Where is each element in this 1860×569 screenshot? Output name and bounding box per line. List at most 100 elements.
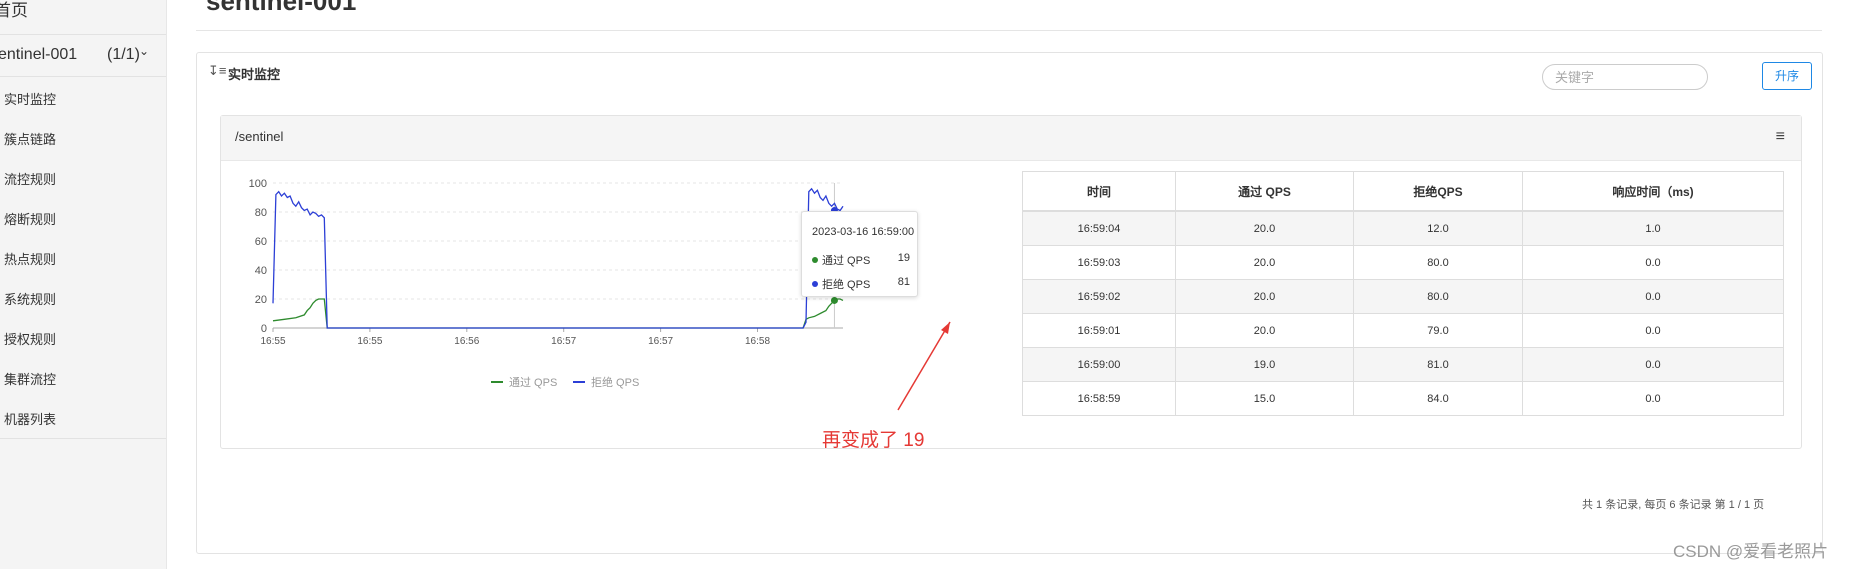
chart-tooltip: 2023-03-16 16:59:00 通过 QPS 19 拒绝 QPS 81 [801,211,918,297]
cell-pass: 20.0 [1175,313,1354,348]
menu-icon[interactable]: ≡ [1776,128,1785,146]
sidebar-item-label: 机器列表 [4,412,57,427]
title-divider [196,30,1822,31]
cell-time: 16:59:02 [1022,279,1176,314]
legend-label: 拒绝 QPS [591,375,639,389]
col-pass-qps: 通过 QPS [1175,171,1354,212]
x-tick-label: 16:56 [454,336,479,347]
cell-pass: 20.0 [1175,279,1354,314]
app-name: sentinel-001 [0,46,78,63]
col-block-qps: 拒绝QPS [1353,171,1523,212]
y-tick-label: 60 [255,236,267,248]
pass-dot-icon [812,257,818,263]
tooltip-value: 81 [897,276,910,288]
tooltip-value: 19 [897,252,910,264]
resource-card: /sentinel ≡ 0 20 40 60 80 100 16:55 16:55 16:56 1… [220,115,1802,449]
sort-icon: ↧≡ [208,63,227,78]
y-tick-label: 80 [255,207,267,219]
sidebar-item-machine-list[interactable]: 机器列表 [0,400,166,440]
sidebar-item-label: 熔断规则 [4,212,57,227]
realtime-monitor-panel: ↧≡ 实时监控 升序 /sentinel ≡ 0 20 40 60 80 100 16:55… [196,52,1823,554]
panel-title: 实时监控 [228,67,281,82]
qps-table: 时间 通过 QPS 拒绝QPS 响应时间（ms) 16:59:04 20.0 12.… [1022,171,1784,416]
sidebar-item-auth-rules[interactable]: 授权规则 [0,320,166,360]
sidebar-menu: 实时监控 簇点链路 流控规则 熔断规则 热点规则 系统规则 授权规则 集群流控 … [0,80,166,440]
x-tick-label: 16:58 [745,336,770,347]
cell-block: 80.0 [1353,279,1523,314]
cell-rt: 0.0 [1522,313,1784,348]
tooltip-row-pass: 通过 QPS 19 [812,252,910,267]
resource-name: /sentinel [235,129,284,144]
table-row: 16:58:59 15.0 84.0 0.0 [1022,381,1784,416]
y-tick-label: 40 [255,265,267,277]
pagination-info: 共 1 条记录, 每页 6 条记录 第 1 / 1 页 [1582,499,1765,511]
sidebar-item-system-rules[interactable]: 系统规则 [0,280,166,320]
sidebar-item-realtime-monitor[interactable]: 实时监控 [0,80,166,120]
table-header-row: 时间 通过 QPS 拒绝QPS 响应时间（ms) [1022,171,1784,212]
tooltip-title: 2023-03-16 16:59:00 [812,226,915,238]
x-tick-label: 16:55 [357,336,382,347]
sidebar-item-label: 集群流控 [4,372,57,387]
page-title: sentinel-001 [206,0,357,16]
sidebar-item-label: 系统规则 [4,292,57,307]
cell-time: 16:59:00 [1022,347,1176,382]
sidebar-item-degrade-rules[interactable]: 熔断规则 [0,200,166,240]
cell-rt: 0.0 [1522,347,1784,382]
sidebar-item-label: 流控规则 [4,172,57,187]
tooltip-label: 通过 QPS [822,255,871,267]
col-rt: 响应时间（ms) [1522,171,1784,212]
app-count: (1/1) [107,46,140,63]
tooltip-row-block: 拒绝 QPS 81 [812,276,910,291]
cell-block: 81.0 [1353,347,1523,382]
x-tick-label: 16:57 [551,336,576,347]
block-dot-icon [812,281,818,287]
table-row: 16:59:00 19.0 81.0 0.0 [1022,347,1784,382]
cell-rt: 0.0 [1522,245,1784,280]
table-row: 16:59:02 20.0 80.0 0.0 [1022,279,1784,314]
sidebar-item-label: 实时监控 [4,92,57,107]
y-tick-label: 20 [255,294,267,306]
cell-pass: 15.0 [1175,381,1354,416]
cell-block: 79.0 [1353,313,1523,348]
cell-block: 12.0 [1353,210,1523,246]
x-tick-label: 16:57 [648,336,673,347]
table-row: 16:59:03 20.0 80.0 0.0 [1022,245,1784,280]
cell-pass: 20.0 [1175,210,1354,246]
sidebar-item-hotspot-rules[interactable]: 热点规则 [0,240,166,280]
chevron-down-icon: ⌄ [139,44,150,58]
cell-rt: 1.0 [1522,210,1784,246]
series-line-pass-qps [272,298,844,329]
sidebar: 首页 sentinel-001 (1/1) ⌄ 实时监控 簇点链路 流控规则 熔… [0,0,167,569]
cell-time: 16:59:03 [1022,245,1176,280]
cell-pass: 20.0 [1175,245,1354,280]
table-row: 16:59:04 20.0 12.0 1.0 [1022,210,1784,246]
cell-block: 80.0 [1353,245,1523,280]
sidebar-item-label: 簇点链路 [4,132,57,147]
sidebar-item-cluster-flow[interactable]: 集群流控 [0,360,166,400]
sidebar-divider [0,438,166,439]
sidebar-home[interactable]: 首页 [0,0,166,35]
keyword-search-input[interactable] [1542,64,1708,90]
sidebar-item-label: 热点规则 [4,252,57,267]
tooltip-label: 拒绝 QPS [822,279,871,291]
cell-rt: 0.0 [1522,279,1784,314]
cell-pass: 19.0 [1175,347,1354,382]
cell-time: 16:59:01 [1022,313,1176,348]
col-time: 时间 [1022,171,1176,212]
cell-block: 84.0 [1353,381,1523,416]
watermark: CSDN @爱看老照片 [1673,542,1829,561]
sort-order-button[interactable]: 升序 [1762,62,1812,90]
sidebar-item-cluster-link[interactable]: 簇点链路 [0,120,166,160]
annotation-text: 再变成了 19 [822,430,925,451]
y-tick-label: 0 [261,323,267,335]
cell-time: 16:59:04 [1022,210,1176,246]
sidebar-app-selector[interactable]: sentinel-001 (1/1) ⌄ [0,36,166,77]
table-row: 16:59:01 20.0 79.0 0.0 [1022,313,1784,348]
sidebar-item-flow-rules[interactable]: 流控规则 [0,160,166,200]
cell-rt: 0.0 [1522,381,1784,416]
legend-label: 通过 QPS [509,376,557,389]
x-tick-label: 16:55 [260,336,285,347]
card-header: /sentinel ≡ [221,116,1801,161]
highlight-point [830,296,838,304]
cell-time: 16:58:59 [1022,381,1176,416]
